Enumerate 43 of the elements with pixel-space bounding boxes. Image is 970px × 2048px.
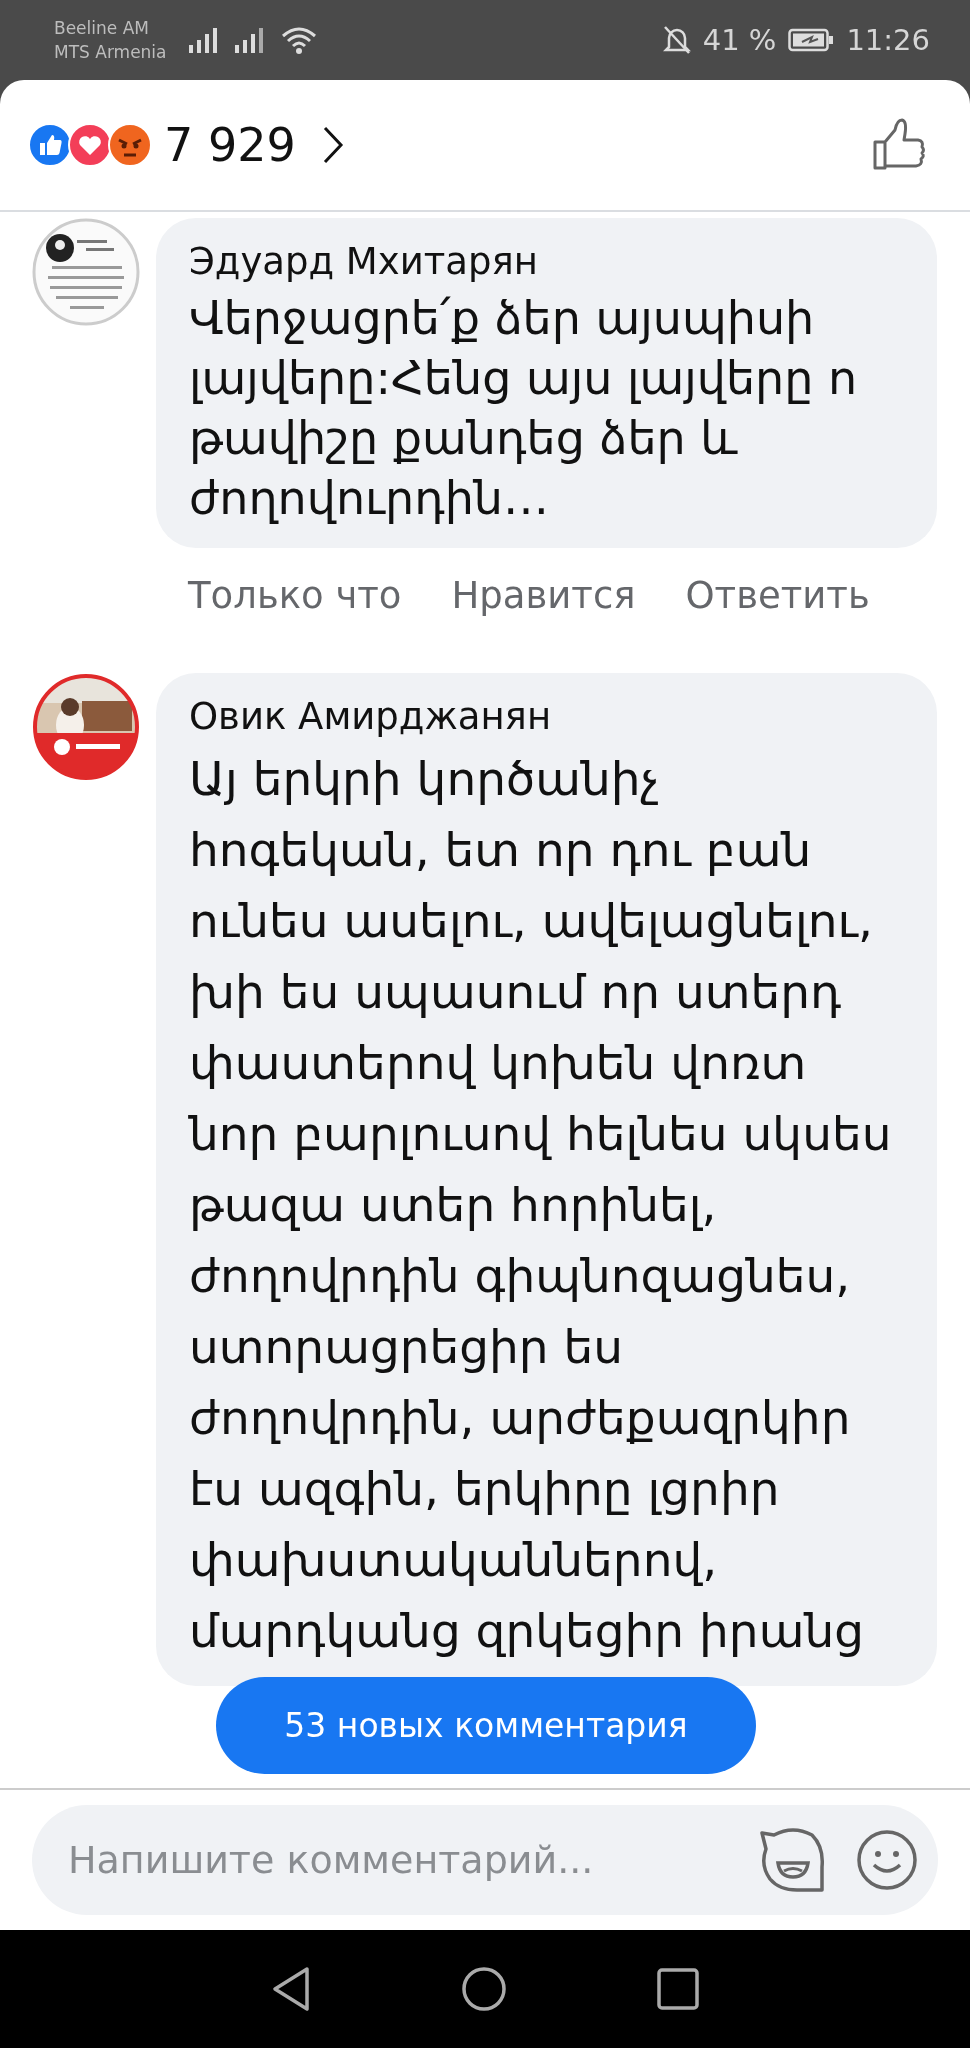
- chevron-right-icon[interactable]: [321, 125, 344, 165]
- battery-icon: [788, 28, 835, 52]
- comment-text: ժողովուրդին…: [189, 470, 550, 527]
- comment-text: թազա ստեր հորինել,: [189, 1176, 718, 1234]
- emoji-icon[interactable]: [856, 1829, 918, 1891]
- comment-author[interactable]: Эдуард Мхитарян: [189, 236, 927, 288]
- comment-text: լայվերը:Հենց այս լայվերը ո: [189, 350, 859, 407]
- comment-action[interactable]: Нравится: [451, 574, 636, 617]
- battery-percent: 41 %: [702, 23, 777, 57]
- comment-text: ժողովրդին գիպնոզացնես,: [189, 1247, 852, 1305]
- bell-off-icon: [662, 25, 691, 55]
- comment-text: ժողովրդին, արժեքազրկիր: [189, 1389, 852, 1447]
- wifi-icon: [280, 26, 317, 54]
- comment-text: փաստերով կոխեն վոռտ: [189, 1034, 808, 1092]
- comment-text: հոգեկան, ետ որ դու բան: [189, 821, 813, 879]
- comment-action[interactable]: Ответить: [685, 574, 870, 617]
- comment-text: նոր բարլուսով հելնես սկսես: [189, 1105, 893, 1163]
- comment-text: մարդկանց զրկեցիր իրանց: [189, 1602, 865, 1660]
- home-icon[interactable]: [461, 1966, 507, 2012]
- carrier-name: MTS Armenia: [54, 41, 167, 64]
- comment-text: էս ազգին, երկիրը լցրիր: [189, 1460, 781, 1518]
- comment-text: թավիշը քանդեց ձեր և: [189, 410, 739, 467]
- comment-author[interactable]: Овик Амирджанян: [189, 691, 927, 743]
- comment-text: փախստականներով,: [189, 1531, 719, 1589]
- new-comments-button[interactable]: 53 новых комментария: [216, 1677, 756, 1774]
- clock: 11:26: [846, 23, 930, 57]
- recents-icon[interactable]: [657, 1968, 699, 2010]
- comment-input[interactable]: Напишите комментарий...: [66, 1837, 730, 1883]
- back-icon[interactable]: [271, 1966, 311, 2012]
- like-reaction-icon: [28, 123, 72, 167]
- comment-text: Վերջացրե՛ք ձեր այսպիսի: [189, 290, 816, 347]
- comment-text: խի ես սպասում որ ստերդ: [189, 963, 843, 1021]
- thumbs-up-icon[interactable]: [872, 118, 926, 172]
- comment-action: Только что: [188, 574, 402, 617]
- comment-text: ստորացրեցիր ես: [189, 1318, 625, 1376]
- angry-reaction-icon: [108, 123, 152, 167]
- comment-text: ունես ասելու, ավելացնելու,: [189, 892, 874, 950]
- reaction-count[interactable]: 7 929: [164, 118, 296, 172]
- comment-field[interactable]: Напишите комментарий...: [32, 1805, 938, 1915]
- sticker-icon[interactable]: [760, 1827, 826, 1893]
- comment-text: Այ երկրի կործանիչ: [189, 750, 661, 808]
- heart-reaction-icon: [68, 123, 112, 167]
- carrier-name: Beeline AM: [54, 17, 150, 40]
